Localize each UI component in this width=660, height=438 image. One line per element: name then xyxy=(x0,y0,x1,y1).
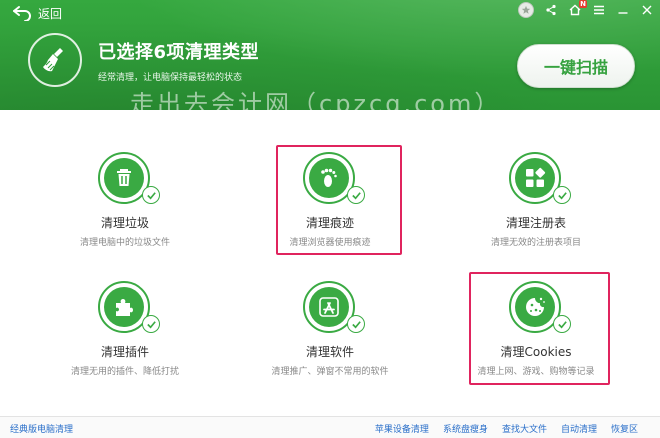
footer-link-apple-device[interactable]: 苹果设备清理 xyxy=(375,422,429,435)
card-icon xyxy=(509,281,571,335)
notification-badge: N xyxy=(579,0,587,8)
window-controls: N xyxy=(518,0,654,20)
trash-icon xyxy=(117,169,131,186)
check-icon xyxy=(557,320,567,328)
card-description: 清理浏览器使用痕迹 xyxy=(289,238,371,248)
back-button[interactable]: 返回 xyxy=(12,4,62,22)
card-clean-plugins[interactable]: 清理插件 清理无用的插件、降低打扰 xyxy=(45,281,205,391)
footer-link-auto-clean[interactable]: 自动清理 xyxy=(561,422,597,435)
one-click-scan-button[interactable]: 一键扫描 xyxy=(517,44,635,88)
card-description: 清理无用的插件、降低打扰 xyxy=(70,367,179,377)
card-clean-traces[interactable]: 清理痕迹 清理浏览器使用痕迹 xyxy=(250,152,410,262)
card-label: 清理垃圾 xyxy=(100,216,149,230)
check-icon xyxy=(351,320,361,328)
footprint-icon xyxy=(321,168,337,187)
card-description: 清理上网、游戏、购物等记录 xyxy=(477,367,595,377)
puzzle-icon xyxy=(116,299,133,316)
card-icon xyxy=(303,152,365,206)
check-icon xyxy=(146,320,156,328)
card-description: 清理无效的注册表项目 xyxy=(490,238,581,248)
minimize-button[interactable] xyxy=(616,3,630,17)
card-icon xyxy=(509,152,571,206)
footer-links: 苹果设备清理 系统盘瘦身 查找大文件 自动清理 恢复区 xyxy=(375,422,638,435)
close-icon xyxy=(642,5,652,15)
footer-link-system-disk[interactable]: 系统盘瘦身 xyxy=(443,422,488,435)
broom-icon xyxy=(43,48,63,72)
card-label: 清理软件 xyxy=(305,345,354,359)
minimize-icon xyxy=(618,12,628,14)
page-subtitle: 经常清理，让电脑保持最轻松的状态 xyxy=(98,73,243,83)
card-label: 清理注册表 xyxy=(505,216,566,230)
card-clean-software[interactable]: 清理软件 清理推广、弹窗不常用的软件 xyxy=(250,281,410,391)
card-icon xyxy=(303,281,365,335)
app-store-icon xyxy=(319,297,339,317)
check-icon xyxy=(351,191,361,199)
avatar[interactable] xyxy=(518,2,534,18)
check-icon xyxy=(146,191,156,199)
back-label: 返回 xyxy=(38,6,63,21)
menu-icon xyxy=(594,5,604,15)
check-icon xyxy=(557,191,567,199)
card-icon xyxy=(98,152,160,206)
registry-icon xyxy=(526,167,546,187)
close-button[interactable] xyxy=(640,3,654,17)
watermark-text: 走出去会计网（cpzcq.com） xyxy=(130,90,502,110)
cookie-icon xyxy=(526,297,545,316)
footer-link-restore[interactable]: 恢复区 xyxy=(611,422,638,435)
broom-logo xyxy=(28,33,82,87)
card-label: 清理Cookies xyxy=(500,345,572,359)
card-clean-cookies[interactable]: 清理Cookies 清理上网、游戏、购物等记录 xyxy=(456,281,616,391)
card-label: 清理痕迹 xyxy=(305,216,354,230)
card-label: 清理插件 xyxy=(100,345,149,359)
home-button[interactable]: N xyxy=(568,0,587,17)
share-button[interactable] xyxy=(544,3,558,17)
page-title: 已选择6项清理类型 xyxy=(98,42,260,63)
footer-bar: 经典版电脑清理 苹果设备清理 系统盘瘦身 查找大文件 自动清理 恢复区 xyxy=(0,416,660,438)
back-arrow-icon xyxy=(13,6,31,21)
share-icon xyxy=(546,4,556,16)
star-icon xyxy=(521,5,531,14)
card-description: 清理电脑中的垃圾文件 xyxy=(79,238,170,248)
classic-clean-link[interactable]: 经典版电脑清理 xyxy=(10,422,73,435)
card-icon xyxy=(98,281,160,335)
card-clean-junk[interactable]: 清理垃圾 清理电脑中的垃圾文件 xyxy=(45,152,205,262)
footer-link-find-large-files[interactable]: 查找大文件 xyxy=(502,422,547,435)
menu-button[interactable] xyxy=(592,3,606,17)
card-clean-registry[interactable]: 清理注册表 清理无效的注册表项目 xyxy=(456,152,616,262)
card-description: 清理推广、弹窗不常用的软件 xyxy=(271,367,389,377)
header-banner: 返回 N 已选择6项清理类型 经常清理，让电脑保持最轻松的状态 走出去会计网（c… xyxy=(0,0,660,110)
